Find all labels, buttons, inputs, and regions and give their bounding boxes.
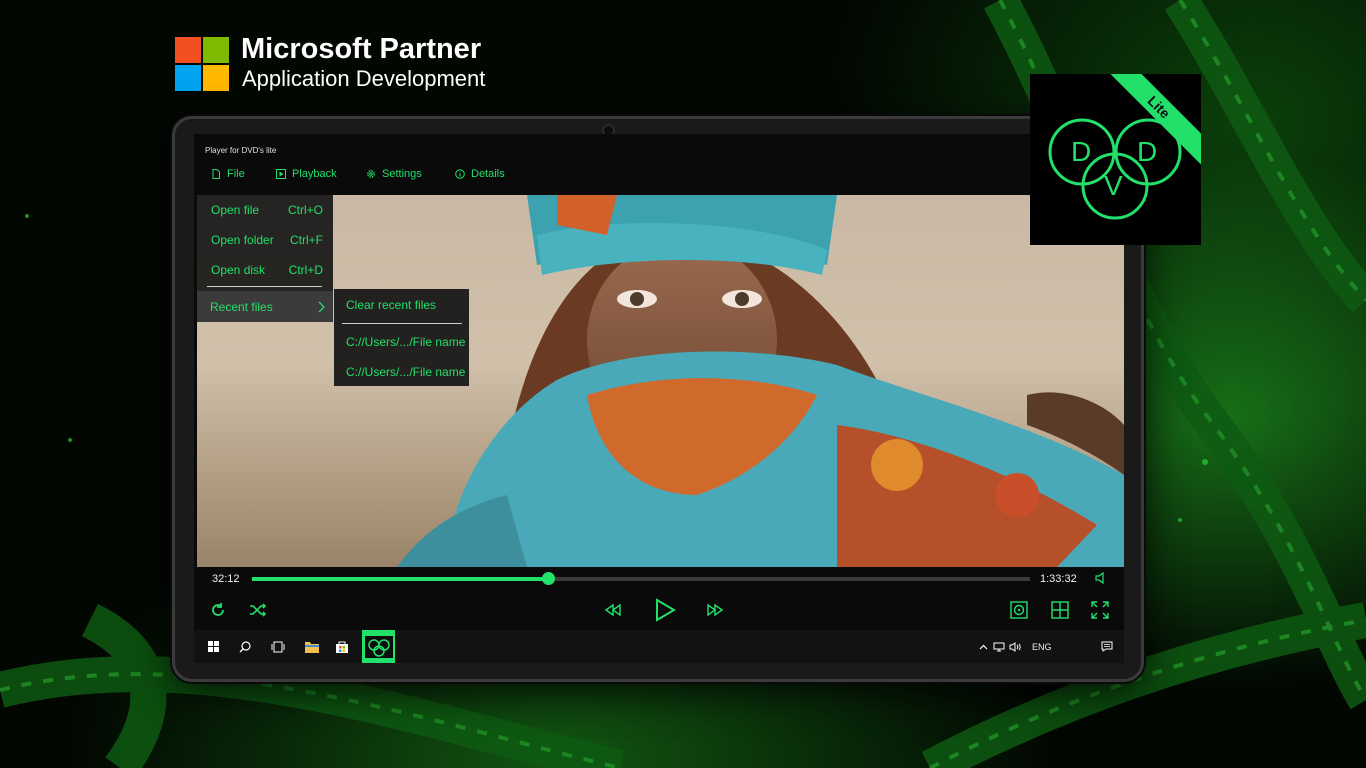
open-folder-shortcut: Ctrl+F <box>290 233 323 247</box>
taskbar-explorer[interactable] <box>301 630 323 663</box>
dvd-letter-v: V <box>1104 170 1123 201</box>
playback-icon <box>276 169 286 179</box>
window-title: Player for DVD's lite <box>205 146 277 155</box>
speaker-icon <box>1009 641 1021 652</box>
folder-icon <box>305 641 319 653</box>
search-icon <box>239 640 251 652</box>
play-button[interactable] <box>653 598 677 622</box>
chevron-right-icon <box>318 301 325 313</box>
menu-file[interactable]: File <box>211 168 245 180</box>
menu-playback[interactable]: Playback <box>276 168 337 180</box>
task-view-icon <box>271 641 285 652</box>
seek-bar[interactable] <box>252 572 1030 585</box>
taskbar-dvd-player[interactable] <box>362 630 395 663</box>
action-center-button[interactable] <box>1099 630 1115 663</box>
disc-button[interactable] <box>1010 601 1028 619</box>
tablet-frame: Player for DVD's lite File Playback Sett… <box>172 116 1144 682</box>
menu-divider <box>207 286 322 287</box>
shuffle-button[interactable] <box>249 603 267 617</box>
menu-open-file[interactable]: Open file Ctrl+O <box>211 203 323 217</box>
info-icon <box>455 169 465 179</box>
elapsed-time: 32:12 <box>212 573 240 585</box>
network-icon <box>993 642 1005 651</box>
clear-recent-files[interactable]: Clear recent files <box>346 298 436 312</box>
menu-bar: File Playback Settings Details <box>194 168 1124 186</box>
dvd-letter-d2: D <box>1137 136 1158 167</box>
windows-start-button[interactable] <box>202 630 224 663</box>
open-folder-label: Open folder <box>211 233 274 247</box>
store-icon <box>336 641 348 653</box>
partner-subtitle: Application Development <box>242 66 486 91</box>
partner-title: Microsoft Partner <box>241 33 482 65</box>
open-disk-label: Open disk <box>211 263 266 277</box>
menu-details-label: Details <box>471 168 505 180</box>
taskbar-store[interactable] <box>331 630 353 663</box>
total-duration: 1:33:32 <box>1040 573 1077 585</box>
fullscreen-icon <box>1091 601 1109 619</box>
grid-icon <box>1051 601 1069 619</box>
file-menu-dropdown: Open file Ctrl+O Open folder Ctrl+F Open… <box>197 195 333 322</box>
menu-open-disk[interactable]: Open disk Ctrl+D <box>211 263 323 277</box>
menu-playback-label: Playback <box>292 168 337 180</box>
tray-volume[interactable] <box>1008 630 1022 663</box>
tray-expand-button[interactable] <box>976 630 990 663</box>
fast-forward-icon <box>707 603 724 617</box>
recent-file-item[interactable]: C://Users/.../File name <box>346 365 465 379</box>
open-file-label: Open file <box>211 203 260 217</box>
recent-files-submenu: Clear recent files C://Users/.../File na… <box>334 289 469 386</box>
rewind-icon <box>604 603 621 617</box>
recent-files-label: Recent files <box>210 300 273 314</box>
seek-handle[interactable] <box>541 572 555 585</box>
volume-icon <box>1095 571 1104 585</box>
taskbar-search-button[interactable] <box>234 630 256 663</box>
dvd-letter-d1: D <box>1071 136 1092 167</box>
disc-icon <box>1010 601 1028 619</box>
recent-file-item[interactable]: C://Users/.../File name <box>346 335 465 349</box>
gear-icon <box>367 170 375 178</box>
volume-button[interactable] <box>1095 571 1109 585</box>
network-status[interactable] <box>992 630 1006 663</box>
open-disk-shortcut: Ctrl+D <box>288 263 323 277</box>
chevron-up-icon <box>979 644 987 649</box>
repeat-button[interactable] <box>210 602 226 618</box>
menu-details[interactable]: Details <box>455 168 505 180</box>
microsoft-logo-icon <box>175 37 230 92</box>
app-window: Player for DVD's lite File Playback Sett… <box>194 134 1124 663</box>
file-icon <box>212 169 220 179</box>
menu-settings[interactable]: Settings <box>366 168 422 180</box>
playlist-grid-button[interactable] <box>1051 601 1069 619</box>
dvd-logo-icon <box>1048 118 1182 220</box>
menu-file-label: File <box>227 168 245 180</box>
menu-settings-label: Settings <box>382 168 422 180</box>
play-icon <box>656 598 676 622</box>
fast-forward-button[interactable] <box>706 603 724 617</box>
task-view-button[interactable] <box>267 630 289 663</box>
dvd-lite-logo: D D V Lite <box>1030 74 1201 245</box>
submenu-divider <box>342 323 462 324</box>
menu-recent-files[interactable]: Recent files <box>197 291 333 322</box>
fullscreen-button[interactable] <box>1091 601 1109 619</box>
open-file-shortcut: Ctrl+O <box>287 203 323 217</box>
input-language[interactable]: ENG <box>1032 642 1052 652</box>
windows-taskbar: ENG <box>194 630 1124 663</box>
notification-icon <box>1101 641 1113 652</box>
seek-bar-progress <box>252 577 548 581</box>
shuffle-icon <box>250 603 267 617</box>
windows-icon <box>207 641 219 652</box>
rewind-button[interactable] <box>604 603 622 617</box>
dvd-app-icon <box>364 635 393 658</box>
repeat-icon <box>212 603 224 616</box>
menu-open-folder[interactable]: Open folder Ctrl+F <box>211 233 323 247</box>
